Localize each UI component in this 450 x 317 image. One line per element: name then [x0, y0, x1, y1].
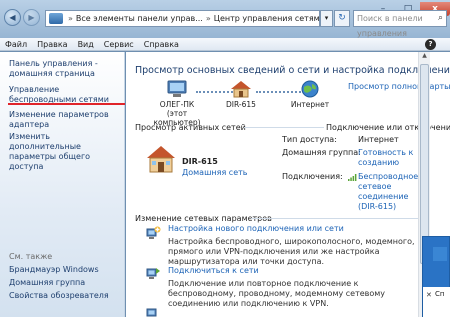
- title-bar: – □ x ◀ ▶ » Все элементы панели управ...»…: [0, 0, 450, 38]
- connect-network-icon: [146, 268, 160, 279]
- popup-panel: ✕ Сп: [423, 287, 450, 317]
- globe-icon: [301, 80, 319, 98]
- menu-view[interactable]: Вид: [73, 38, 99, 51]
- forward-button[interactable]: ▶: [23, 9, 40, 26]
- teamviewer-popup: ✕ Сп: [422, 236, 450, 317]
- sidebar-link-homegroup[interactable]: Домашняя группа: [9, 278, 121, 288]
- menu-help[interactable]: Справка: [139, 38, 184, 51]
- home-network-icon: [147, 146, 175, 173]
- connect-network-desc: Подключение или повторное подключение к …: [168, 279, 386, 308]
- sidebar-link-adapter-settings[interactable]: Изменение параметров адаптера: [9, 110, 121, 130]
- node-label: Интернет: [290, 100, 330, 109]
- full-map-link[interactable]: Просмотр полной карты: [348, 82, 450, 91]
- search-icon[interactable]: ⌕: [438, 11, 443, 26]
- network-node-internet[interactable]: Интернет: [288, 80, 332, 109]
- menu-edit[interactable]: Правка: [32, 38, 72, 51]
- section-divider: [251, 218, 421, 219]
- close-icon[interactable]: ✕: [426, 291, 432, 299]
- search-input[interactable]: Поиск в панели управления ⌕: [353, 10, 447, 38]
- wireless-connection-link[interactable]: Беспроводное сетевое соединение (DIR-615…: [358, 172, 423, 212]
- teamviewer-icon: [433, 247, 447, 261]
- back-button[interactable]: ◀: [4, 9, 21, 26]
- popup-text: Сп: [435, 290, 445, 298]
- sidebar-link-sharing-settings[interactable]: Изменить дополнительные параметры общего…: [9, 132, 121, 172]
- help-icon[interactable]: ?: [425, 39, 436, 50]
- page-title: Просмотр основных сведений о сети и наст…: [135, 65, 450, 76]
- sidebar-link-firewall[interactable]: Брандмауэр Windows: [9, 265, 121, 275]
- address-bar[interactable]: » Все элементы панели управ...» Центр упра…: [45, 10, 320, 27]
- network-type-link[interactable]: Домашняя сеть: [182, 168, 248, 178]
- active-networks-heading: Просмотр активных сетей: [135, 123, 246, 132]
- scroll-up-icon[interactable]: ▲: [419, 52, 430, 62]
- control-panel-window: – □ x ◀ ▶ » Все элементы панели управ...»…: [0, 0, 450, 317]
- scroll-thumb[interactable]: [420, 64, 429, 264]
- back-arrow-icon: ◀: [9, 13, 16, 22]
- search-placeholder: Поиск в панели управления: [357, 14, 423, 38]
- see-also-heading: См. также: [9, 252, 53, 261]
- access-type-value: Интернет: [358, 135, 399, 144]
- connect-disconnect-link[interactable]: Подключение или отключение: [326, 123, 450, 132]
- refresh-icon: ↻: [338, 13, 346, 23]
- forward-arrow-icon: ▶: [28, 13, 35, 22]
- breadcrumb-all-items[interactable]: Все элементы панели управ...: [76, 14, 203, 23]
- connections-label: Подключения:: [282, 172, 343, 181]
- sidebar: Панель управления - домашняя страница Уп…: [0, 52, 125, 317]
- section-divider: [244, 127, 324, 128]
- home-network-icon: [231, 81, 251, 98]
- menu-tools[interactable]: Сервис: [99, 38, 139, 51]
- breadcrumb-network-center[interactable]: Центр управления сетями и общим доступом: [214, 14, 319, 23]
- network-node-computer[interactable]: ОЛЕГ-ПК (этот компьютер): [146, 80, 208, 127]
- control-panel-icon: [49, 13, 63, 24]
- homegroup-label: Домашняя группа:: [282, 148, 361, 157]
- breadcrumb-separator: »: [205, 14, 211, 23]
- main-content: Просмотр основных сведений о сети и наст…: [126, 52, 450, 317]
- breadcrumb-separator: »: [68, 14, 73, 23]
- menu-bar: Файл Правка Вид Сервис Справка ?: [0, 38, 450, 51]
- computer-icon: [167, 80, 187, 97]
- network-node-router[interactable]: DIR-615: [221, 80, 261, 109]
- node-label: DIR-615: [226, 100, 256, 109]
- highlight-underline: [8, 103, 125, 105]
- wifi-signal-icon: [348, 174, 357, 181]
- new-connection-icon: [146, 226, 161, 239]
- menu-file[interactable]: Файл: [0, 38, 32, 51]
- node-label: ОЛЕГ-ПК: [159, 100, 195, 109]
- refresh-button[interactable]: ↻: [334, 10, 350, 27]
- sidebar-link-wireless-networks[interactable]: Управление беспроводными сетями: [9, 85, 121, 105]
- address-dropdown-button[interactable]: ▾: [320, 10, 333, 27]
- access-type-label: Тип доступа:: [282, 135, 337, 144]
- new-connection-link[interactable]: Настройка нового подключения или сети: [168, 224, 344, 233]
- connect-network-link[interactable]: Подключиться к сети: [168, 266, 259, 275]
- homegroup-task-icon: [146, 308, 157, 317]
- sidebar-link-internet-options[interactable]: Свойства обозревателя: [9, 291, 121, 301]
- new-connection-desc: Настройка беспроводного, широкополосного…: [168, 237, 415, 266]
- network-name: DIR-615: [182, 157, 218, 166]
- sidebar-link-home[interactable]: Панель управления - домашняя страница: [9, 59, 121, 79]
